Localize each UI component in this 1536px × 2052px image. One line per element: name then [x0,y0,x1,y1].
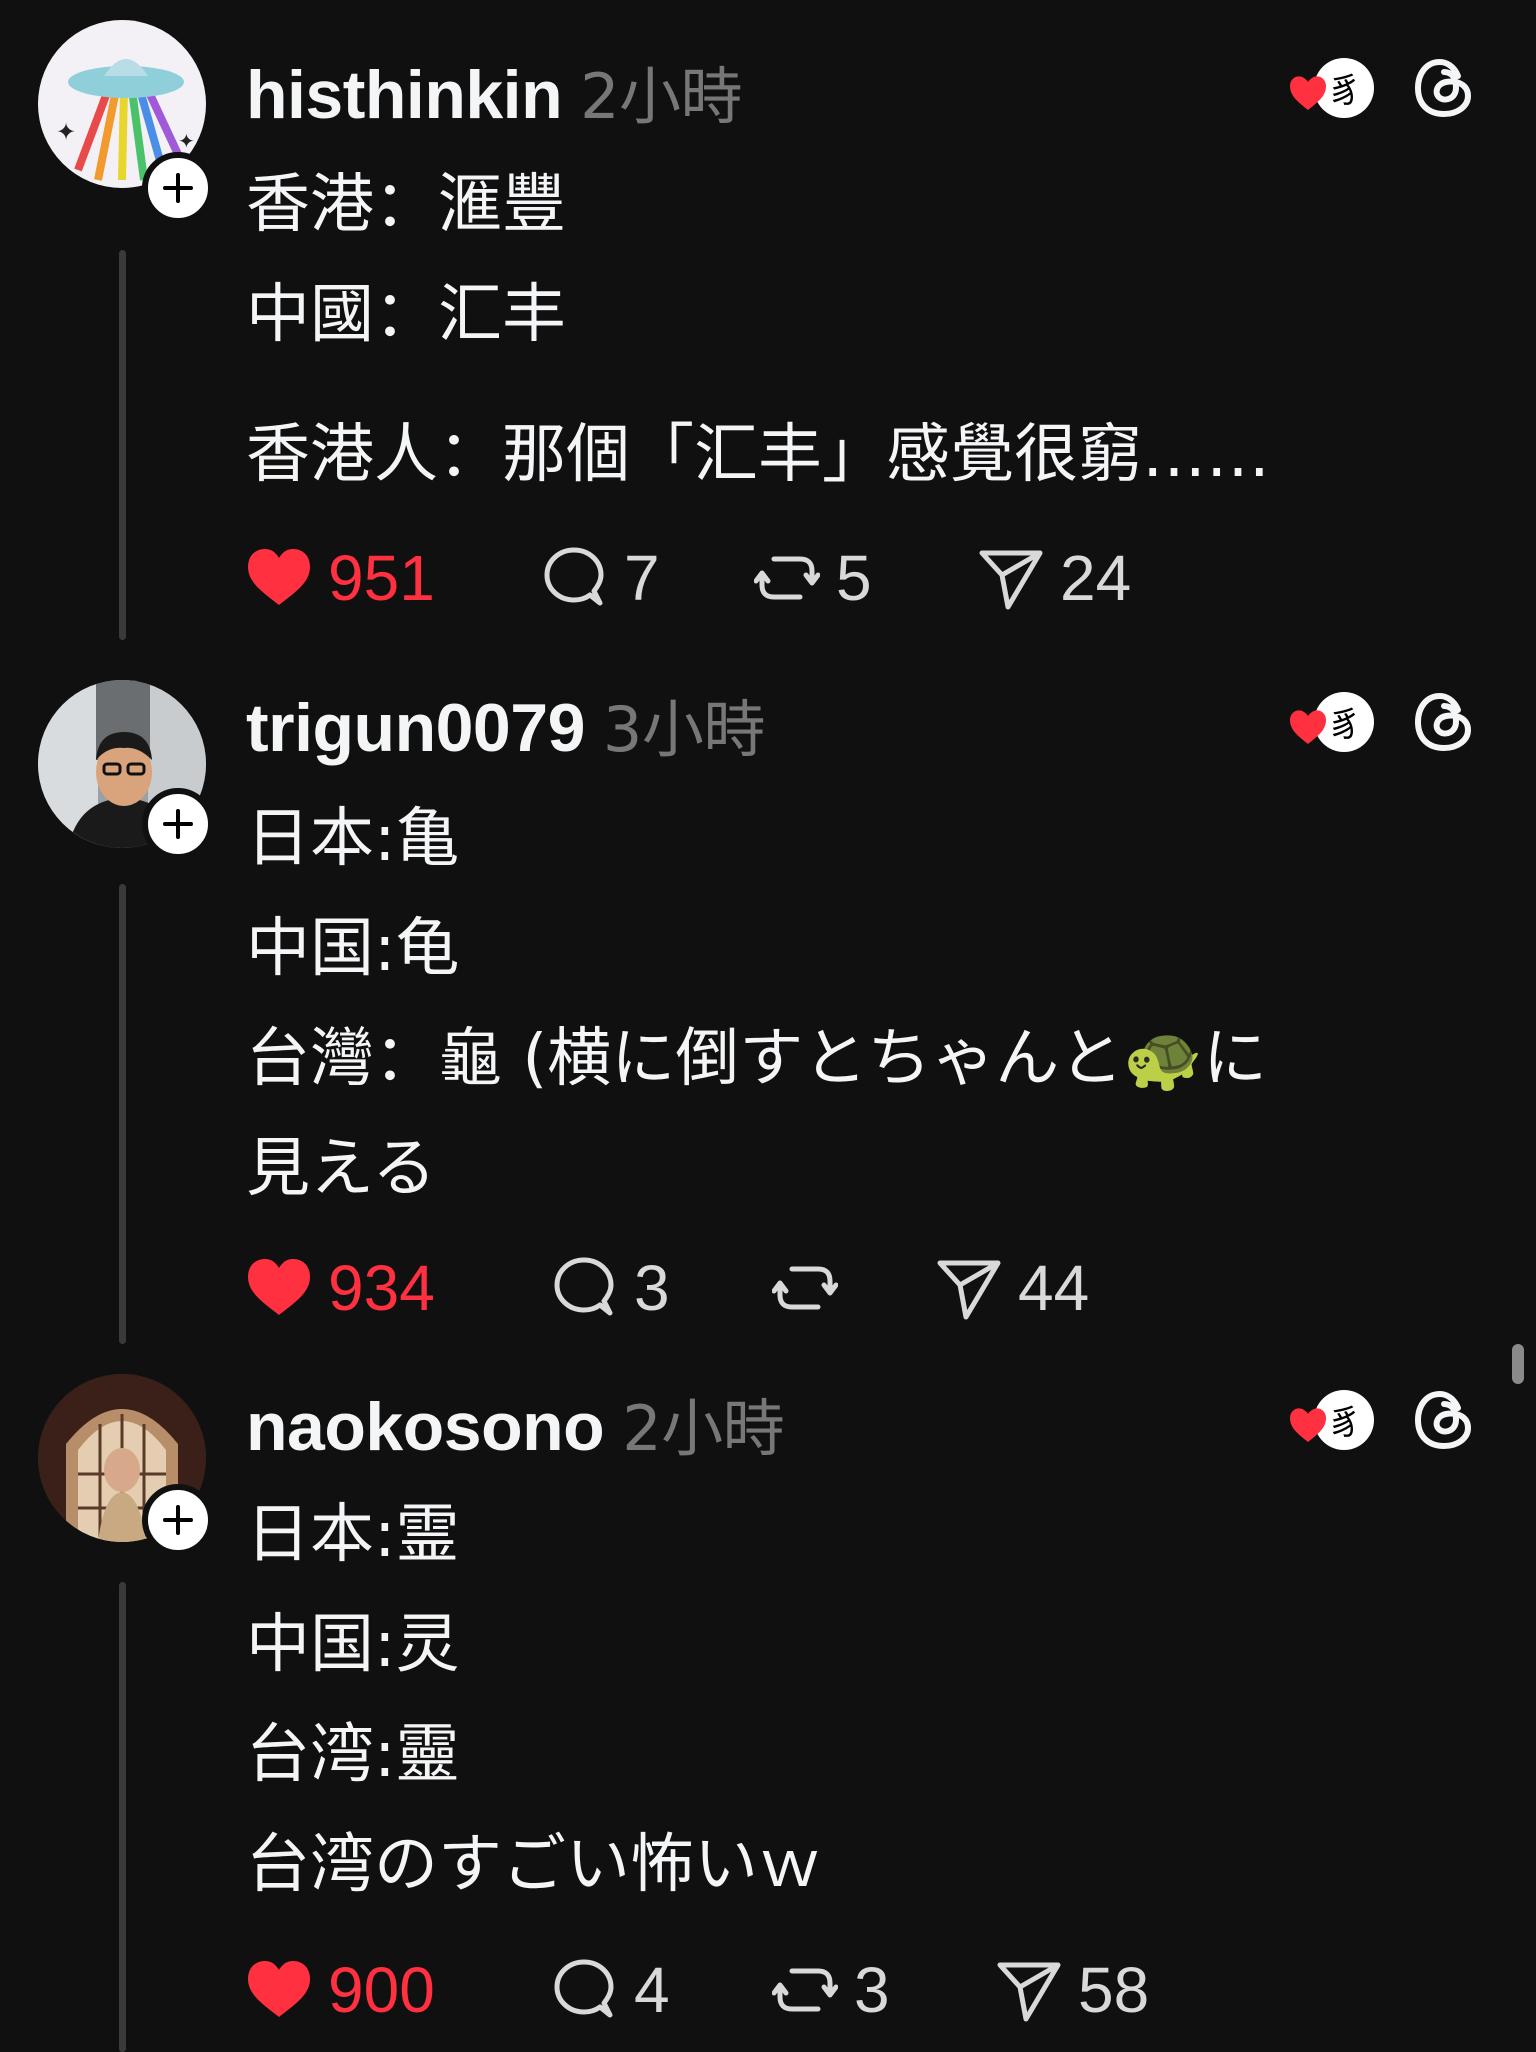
heart-icon [248,1259,310,1315]
username[interactable]: trigun0079 3小時 [246,679,765,769]
repost-icon [772,1968,838,2012]
post-text: 日本:亀 中国:龟 台灣：龜 (横に倒すとちゃんと🐢に 見える [246,784,1267,1224]
text-line: 台湾:靈 [246,1718,460,1792]
follow-button[interactable] [142,152,214,224]
thread-line [119,250,126,640]
liked-badge-icon: 豸 [1290,1390,1374,1450]
svg-text:✦: ✦ [56,118,76,146]
share-count: 24 [1060,542,1132,614]
text-line: 日本:霊 [246,1498,460,1572]
send-icon [937,1260,1001,1320]
threads-icon[interactable] [1412,1388,1476,1452]
like-button[interactable]: 934 [246,1248,435,1328]
plus-icon [163,809,193,839]
comment-button[interactable]: 4 [552,1950,670,2030]
comment-icon [554,1959,614,2018]
post-time: 3小時 [602,693,765,766]
text-line: 台湾のすごい怖いｗ [246,1828,822,1902]
heart-icon [248,1961,310,2017]
repost-count: 5 [836,542,872,614]
like-button[interactable]: 951 [246,538,435,618]
follow-button[interactable] [142,788,214,860]
follow-button[interactable] [142,1484,214,1556]
post-actions: 900 4 3 58 [246,1950,1446,2030]
share-count: 44 [1018,1252,1090,1324]
username[interactable]: naokosono 2小時 [246,1378,785,1468]
svg-text:✦: ✦ [178,129,195,153]
comment-button[interactable]: 7 [542,538,660,618]
svg-text:豸: 豸 [1328,1403,1362,1443]
repost-icon [754,556,820,600]
svg-text:豸: 豸 [1328,71,1362,111]
post-actions: 951 7 5 24 [246,538,1446,618]
like-button[interactable]: 900 [246,1950,435,2030]
comment-button[interactable]: 3 [552,1248,670,1328]
post-text: 日本:霊 中国:灵 台湾:靈 台湾のすごい怖いｗ [246,1480,822,1920]
svg-text:豸: 豸 [1328,705,1362,745]
post-time: 2小時 [622,1392,785,1465]
repost-count: 3 [854,1954,890,2026]
repost-icon [772,1266,838,1310]
comment-count: 7 [624,542,660,614]
repost-button[interactable] [772,1248,854,1328]
thread-line [119,884,126,1344]
text-line: 中国:灵 [246,1608,460,1682]
post-actions: 934 3 44 [246,1248,1446,1328]
post-text: 香港：滙豐 中國：汇丰 香港人：那個「汇丰」感覺很窮…… [246,150,1270,510]
repost-button[interactable]: 3 [772,1950,890,2030]
text-line: 台灣：龜 (横に倒すとちゃんと🐢に [246,1022,1267,1096]
share-button[interactable]: 58 [996,1950,1149,2030]
text-line: 香港：滙豐 [246,168,566,242]
comment-count: 4 [634,1954,670,2026]
plus-icon [163,1505,193,1535]
send-icon [979,550,1043,610]
plus-icon [163,173,193,203]
repost-button[interactable]: 5 [754,538,872,618]
thread-line [119,1582,126,2052]
text-line: 日本:亀 [246,802,460,876]
comment-icon [544,547,604,606]
threads-icon[interactable] [1412,56,1476,120]
like-count: 934 [328,1252,435,1324]
text-line: 中國：汇丰 [246,278,566,352]
text-line: 中国:龟 [246,912,460,986]
share-button[interactable]: 24 [978,538,1131,618]
like-count: 951 [328,542,435,614]
send-icon [997,1962,1061,2022]
text-line: 見える [246,1132,437,1206]
liked-badge-icon: 豸 [1290,58,1374,118]
comment-count: 3 [634,1252,670,1324]
comment-icon [554,1257,614,1316]
username[interactable]: histhinkin 2小時 [246,46,743,136]
text-line: 香港人：那個「汇丰」感覺很窮…… [246,418,1270,492]
scrollbar[interactable] [1512,1344,1524,1384]
heart-icon [248,549,310,605]
liked-badge-icon: 豸 [1290,692,1374,752]
like-count: 900 [328,1954,435,2026]
share-count: 58 [1078,1954,1150,2026]
threads-icon[interactable] [1412,690,1476,754]
share-button[interactable]: 44 [936,1248,1089,1328]
post-time: 2小時 [580,60,743,133]
